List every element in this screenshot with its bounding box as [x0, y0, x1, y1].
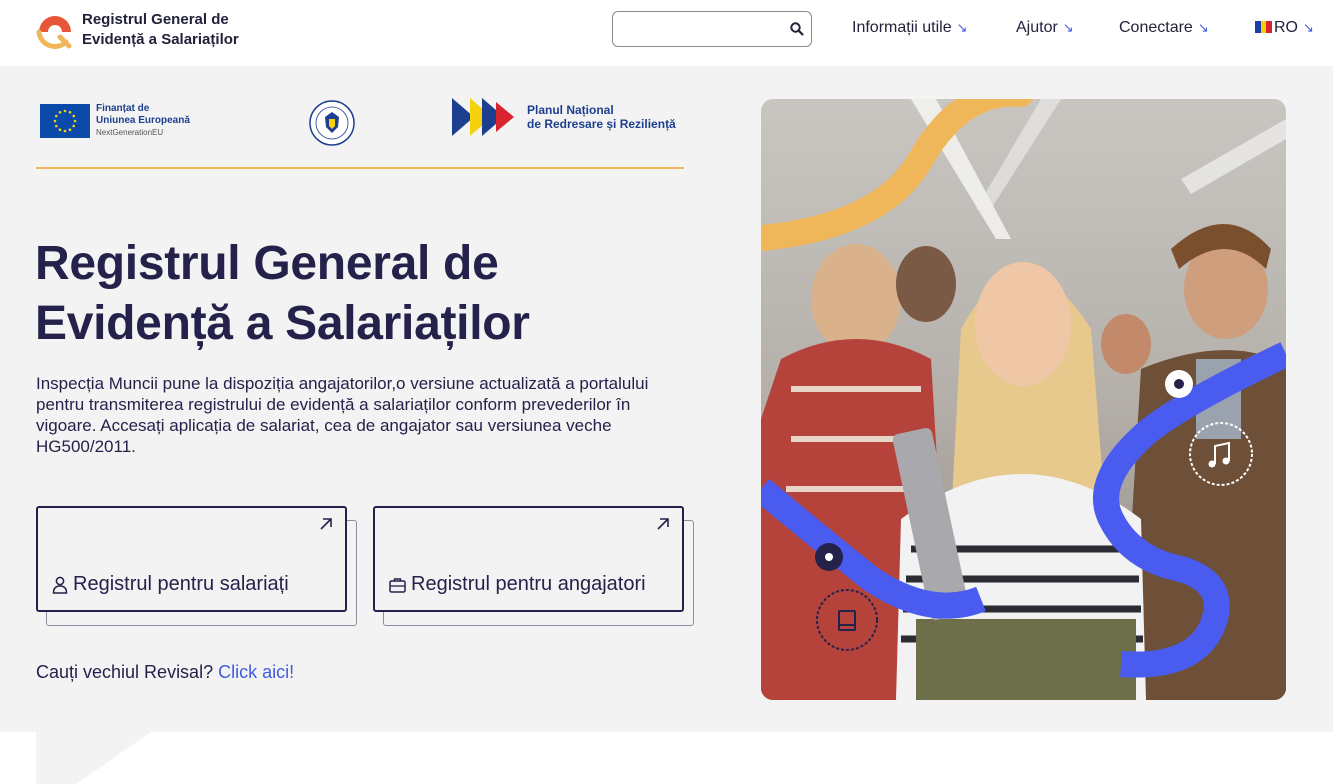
- pnrr-line2: de Redresare și Reziliență: [527, 117, 676, 131]
- search-icon[interactable]: [789, 21, 805, 37]
- page-title: Registrul General de Evidență a Salariaț…: [35, 237, 530, 350]
- hero-photo: [761, 99, 1286, 700]
- nav-login-label: Conectare: [1119, 19, 1193, 36]
- eu-funding-line2: Uniunea Europeană: [96, 115, 190, 126]
- government-seal-icon: [309, 100, 355, 146]
- nav-info-label: Informații utile: [852, 19, 952, 36]
- nav-login-link[interactable]: Conectare ↘: [1119, 19, 1209, 37]
- pnrr-logo-icon: [452, 98, 514, 136]
- external-link-icon: [657, 518, 669, 530]
- nav-info-link[interactable]: Informații utile ↘: [852, 19, 968, 37]
- language-label: RO: [1274, 19, 1298, 36]
- old-revisal-text: Cauți vechiul Revisal?: [36, 662, 214, 682]
- orange-divider: [36, 167, 684, 169]
- brand-title: Registrul General de Evidență a Salariaț…: [82, 11, 239, 48]
- eu-funding-text: Finanțat de Uniunea Europeană NextGenera…: [96, 103, 190, 139]
- pnrr-text: Planul Național de Redresare și Rezilien…: [527, 103, 676, 131]
- nav-help-label: Ajutor: [1016, 19, 1058, 36]
- briefcase-icon: [389, 577, 406, 593]
- employer-registry-button[interactable]: Registrul pentru angajatori: [373, 506, 684, 612]
- page-description: Inspecția Muncii pune la dispoziția anga…: [36, 374, 649, 456]
- site-header: Registrul General de Evidență a Salariaț…: [0, 0, 1333, 66]
- romania-flag-icon: [1255, 21, 1272, 33]
- hero-illustration: [761, 99, 1286, 700]
- brand-logo-icon: [36, 16, 72, 49]
- eu-funding-line3: NextGenerationEU: [96, 128, 164, 137]
- arrow-down-right-icon: ↘: [1062, 20, 1074, 35]
- arrow-down-right-icon: ↘: [1303, 20, 1314, 35]
- section-corner-decoration: [36, 732, 151, 784]
- employee-registry-card-wrapper: Registrul pentru salariați: [36, 506, 357, 626]
- search-box: [612, 11, 812, 47]
- employee-registry-button[interactable]: Registrul pentru salariați: [36, 506, 347, 612]
- nav-help-link[interactable]: Ajutor ↘: [1016, 19, 1074, 37]
- user-icon: [52, 576, 68, 594]
- search-input[interactable]: [613, 12, 783, 46]
- external-link-icon: [320, 518, 332, 530]
- eu-funding-line1: Finanțat de: [96, 103, 150, 114]
- arrow-down-right-icon: ↘: [956, 20, 968, 35]
- pnrr-line1: Planul Național: [527, 103, 614, 117]
- old-revisal-link[interactable]: Click aici!: [218, 662, 294, 682]
- employer-registry-label-group: Registrul pentru angajatori: [389, 573, 646, 596]
- hero-section: Finanțat de Uniunea Europeană NextGenera…: [0, 66, 1333, 732]
- old-revisal-prompt: Cauți vechiul Revisal? Click aici!: [36, 662, 294, 683]
- eu-flag-icon: [40, 104, 90, 138]
- employee-registry-label: Registrul pentru salariați: [73, 573, 289, 595]
- brand-home-link[interactable]: Registrul General de Evidență a Salariaț…: [36, 10, 272, 50]
- arrow-down-right-icon: ↘: [1197, 20, 1209, 35]
- employer-registry-card-wrapper: Registrul pentru angajatori: [373, 506, 694, 626]
- employee-registry-label-group: Registrul pentru salariați: [52, 573, 289, 596]
- language-selector[interactable]: RO ↘: [1255, 19, 1314, 37]
- employer-registry-label: Registrul pentru angajatori: [411, 573, 646, 595]
- funding-logos: Finanțat de Uniunea Europeană NextGenera…: [38, 98, 686, 148]
